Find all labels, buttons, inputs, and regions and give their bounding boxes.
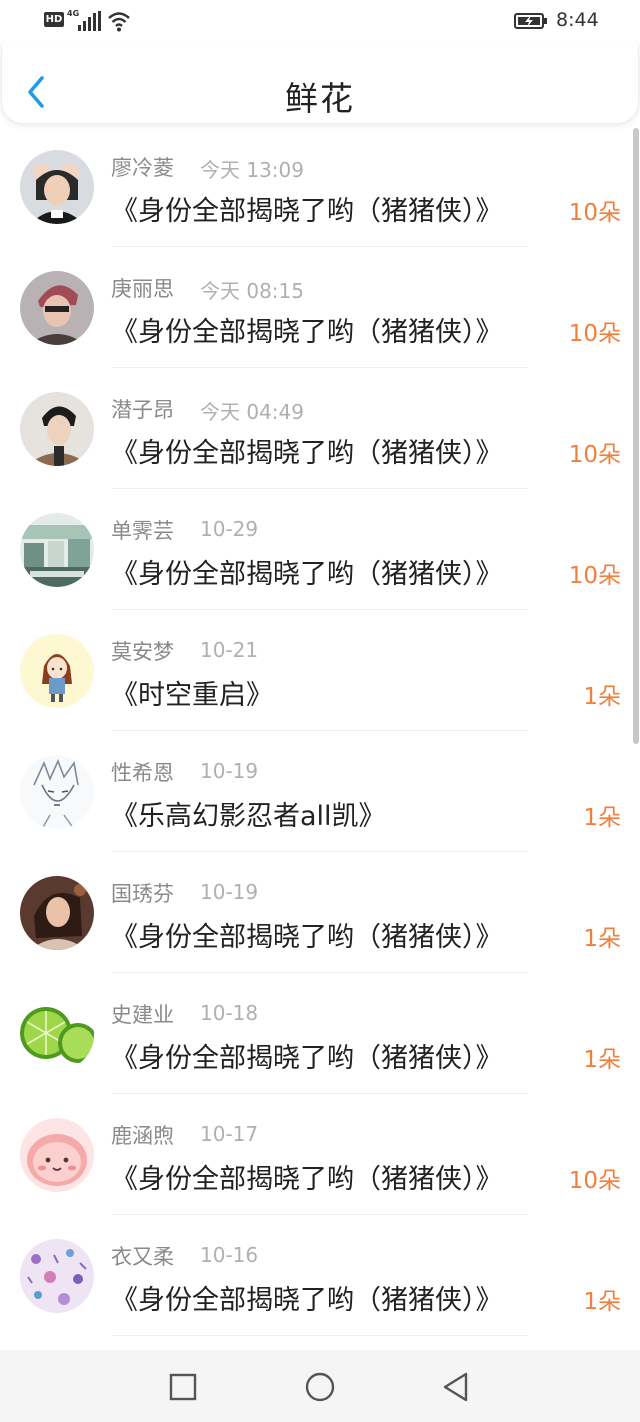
sent-time: 10-18 xyxy=(200,1001,259,1025)
flower-count: 1朵 xyxy=(583,805,621,831)
sent-time: 10-21 xyxy=(200,638,259,662)
avatar[interactable] xyxy=(20,513,94,587)
flower-count: 10朵 xyxy=(568,563,621,589)
flower-count: 1朵 xyxy=(583,684,621,710)
flower-list-item[interactable]: 潜子昂 今天 04:49 《身份全部揭晓了哟（猪猪侠）》 10朵 xyxy=(0,368,640,489)
flower-list-item[interactable]: 国琇芬 10-19 《身份全部揭晓了哟（猪猪侠）》 1朵 xyxy=(0,852,640,973)
book-title: 《乐高幻影忍者all凯》 xyxy=(111,801,386,832)
sent-time: 10-29 xyxy=(200,517,259,541)
nav-header: 鲜花 xyxy=(1,44,639,124)
book-title: 《身份全部揭晓了哟（猪猪侠）》 xyxy=(111,317,503,348)
page-title: 鲜花 xyxy=(285,79,355,118)
sent-time: 10-17 xyxy=(200,1122,259,1146)
divider xyxy=(112,1335,527,1336)
sender-name: 性希恩 xyxy=(111,761,174,785)
book-title: 《身份全部揭晓了哟（猪猪侠）》 xyxy=(111,1043,503,1074)
flower-count: 1朵 xyxy=(583,1289,621,1315)
cell-signal-icon xyxy=(78,11,101,31)
flower-list-item[interactable]: 庚丽思 今天 08:15 《身份全部揭晓了哟（猪猪侠）》 10朵 xyxy=(0,247,640,368)
recent-apps-square-icon[interactable] xyxy=(167,1371,199,1403)
sender-name: 鹿涵煦 xyxy=(111,1124,174,1148)
flower-count: 10朵 xyxy=(568,200,621,226)
avatar[interactable] xyxy=(20,997,94,1071)
book-title: 《身份全部揭晓了哟（猪猪侠）》 xyxy=(111,922,503,953)
clock: 8:44 xyxy=(556,9,599,31)
sent-time: 10-16 xyxy=(200,1243,259,1267)
back-triangle-icon[interactable] xyxy=(440,1371,472,1403)
avatar[interactable] xyxy=(20,876,94,950)
flower-list-item[interactable]: 史建业 10-18 《身份全部揭晓了哟（猪猪侠）》 1朵 xyxy=(0,973,640,1094)
avatar[interactable] xyxy=(20,392,94,466)
flower-list-item[interactable]: 廖冷菱 今天 13:09 《身份全部揭晓了哟（猪猪侠）》 10朵 xyxy=(0,126,640,247)
wifi-icon xyxy=(108,12,130,32)
flower-count: 10朵 xyxy=(568,321,621,347)
screen: HD 4G 8:44 鲜花 廖冷菱 今天 13:09 《身份全部揭晓了哟（猪猪侠… xyxy=(0,0,640,1422)
sent-time: 今天 13:09 xyxy=(200,158,304,182)
sent-time: 今天 08:15 xyxy=(200,279,304,303)
flower-list-item[interactable]: 鹿涵煦 10-17 《身份全部揭晓了哟（猪猪侠）》 10朵 xyxy=(0,1094,640,1215)
status-bar: HD 4G 8:44 xyxy=(0,0,640,44)
sender-name: 单霁芸 xyxy=(111,519,174,543)
flower-count: 10朵 xyxy=(568,1168,621,1194)
book-title: 《身份全部揭晓了哟（猪猪侠）》 xyxy=(111,196,503,227)
avatar[interactable] xyxy=(20,150,94,224)
sender-name: 庚丽思 xyxy=(111,277,174,301)
sender-name: 潜子昂 xyxy=(111,398,174,422)
avatar[interactable] xyxy=(20,755,94,829)
system-nav-bar xyxy=(0,1350,640,1422)
book-title: 《身份全部揭晓了哟（猪猪侠）》 xyxy=(111,1164,503,1195)
avatar[interactable] xyxy=(20,1118,94,1192)
flower-list-item[interactable]: 性希恩 10-19 《乐高幻影忍者all凯》 1朵 xyxy=(0,731,640,852)
book-title: 《身份全部揭晓了哟（猪猪侠）》 xyxy=(111,1285,503,1316)
flower-list: 廖冷菱 今天 13:09 《身份全部揭晓了哟（猪猪侠）》 10朵 庚丽思 今天 … xyxy=(0,126,640,1348)
avatar[interactable] xyxy=(20,1239,94,1313)
home-circle-icon[interactable] xyxy=(304,1371,336,1403)
battery-charging-icon xyxy=(514,13,547,29)
sent-time: 10-19 xyxy=(200,759,259,783)
scrollbar-thumb[interactable] xyxy=(633,128,639,744)
sender-name: 史建业 xyxy=(111,1003,174,1027)
flower-list-item[interactable]: 莫安梦 10-21 《时空重启》 1朵 xyxy=(0,610,640,731)
sent-time: 10-19 xyxy=(200,880,259,904)
flower-count: 1朵 xyxy=(583,926,621,952)
book-title: 《时空重启》 xyxy=(111,680,273,711)
flower-list-item[interactable]: 单霁芸 10-29 《身份全部揭晓了哟（猪猪侠）》 10朵 xyxy=(0,489,640,610)
sender-name: 廖冷菱 xyxy=(111,156,174,180)
flower-count: 10朵 xyxy=(568,442,621,468)
hd-badge: HD xyxy=(44,12,64,27)
book-title: 《身份全部揭晓了哟（猪猪侠）》 xyxy=(111,559,503,590)
book-title: 《身份全部揭晓了哟（猪猪侠）》 xyxy=(111,438,503,469)
sender-name: 衣又柔 xyxy=(111,1245,174,1269)
sender-name: 国琇芬 xyxy=(111,882,174,906)
sender-name: 莫安梦 xyxy=(111,640,174,664)
avatar[interactable] xyxy=(20,271,94,345)
flower-list-item[interactable]: 衣又柔 10-16 《身份全部揭晓了哟（猪猪侠）》 1朵 xyxy=(0,1215,640,1336)
sent-time: 今天 04:49 xyxy=(200,400,304,424)
flower-count: 1朵 xyxy=(583,1047,621,1073)
avatar[interactable] xyxy=(20,634,94,708)
